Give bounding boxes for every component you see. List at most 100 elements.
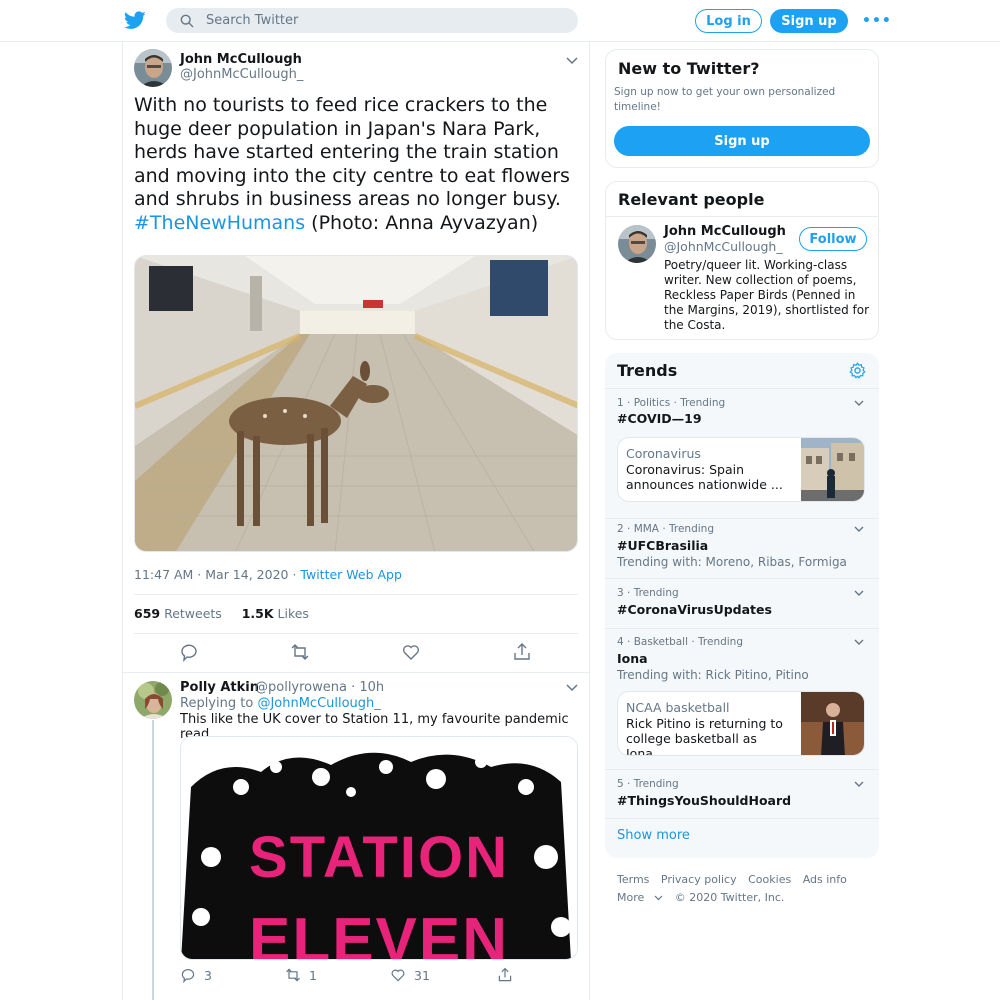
search-input[interactable] (206, 13, 546, 28)
reply-author-handle[interactable]: @pollyrowena · 10h (255, 680, 384, 695)
divider (134, 633, 578, 634)
retweet-count: 1 (309, 967, 317, 983)
divider (606, 216, 878, 217)
trend-meta: 1 · Politics · Trending (617, 397, 726, 409)
chevron-down-icon[interactable] (854, 590, 864, 597)
cover-title-line-1: STATION (249, 825, 509, 890)
divider (123, 672, 589, 673)
reply-photo[interactable]: STATION ELEVEN (180, 736, 578, 960)
signup-button[interactable]: Sign up (770, 9, 848, 33)
author-handle[interactable]: @JohnMcCullough_ (180, 67, 303, 82)
chevron-down-icon[interactable] (854, 639, 864, 646)
like-button[interactable]: 31 (390, 966, 430, 984)
retweet-icon (286, 968, 300, 982)
tweet-photo-credit: (Photo: Anna Ayvazyan) (311, 211, 539, 234)
trend-news-card[interactable]: Coronavirus Coronavirus: Spain announces… (617, 437, 865, 502)
news-headline: Coronavirus: Spain announces nationwide … (626, 462, 783, 492)
divider (605, 388, 879, 389)
share-button[interactable] (497, 966, 521, 984)
trend-meta: 2 · MMA · Trending (617, 523, 714, 535)
chevron-down-icon[interactable] (854, 526, 864, 533)
like-count: 31 (414, 967, 430, 983)
trend-name[interactable]: #CoronaVirusUpdates (617, 602, 772, 617)
trend-name[interactable]: #ThingsYouShouldHoard (617, 793, 791, 808)
news-category: NCAA basketball (626, 700, 730, 715)
heart-icon (391, 969, 405, 982)
chevron-down-icon (654, 895, 663, 901)
chevron-down-icon[interactable] (566, 684, 578, 692)
search-bar (166, 8, 578, 33)
divider (605, 818, 879, 819)
divider (605, 578, 879, 579)
footer-link-ads-info[interactable]: Ads info (803, 873, 847, 886)
trend-meta: 4 · Basketball · Trending (617, 636, 744, 648)
station-eleven-cover-image: STATION ELEVEN (181, 737, 577, 959)
trend-name[interactable]: #COVID—19 (617, 411, 702, 426)
news-headline: Rick Pitino is returning to college bask… (626, 716, 783, 756)
login-button[interactable]: Log in (695, 9, 762, 33)
divider (605, 769, 879, 770)
divider (605, 518, 879, 519)
trend-news-card[interactable]: NCAA basketball Rick Pitino is returning… (617, 691, 865, 756)
share-icon (498, 967, 512, 982)
chevron-down-icon[interactable] (854, 781, 864, 788)
gear-icon[interactable] (849, 362, 866, 379)
reply-button[interactable]: 3 (180, 966, 212, 984)
retweet-icon[interactable] (290, 642, 310, 662)
footer-link-terms[interactable]: Terms (617, 873, 649, 886)
tweet-body: With no tourists to feed rice crackers t… (134, 94, 570, 211)
trends-title: Trends (617, 361, 678, 380)
trend-name[interactable]: Iona (617, 651, 648, 666)
avatar[interactable] (618, 225, 656, 263)
retweets-label: Retweets (164, 606, 222, 621)
retweet-button[interactable]: 1 (285, 966, 317, 984)
twitter-bird-icon[interactable] (124, 9, 146, 31)
follow-button[interactable]: Follow (799, 227, 867, 251)
chevron-down-icon[interactable] (566, 57, 578, 65)
footer-link-privacy[interactable]: Privacy policy (661, 873, 737, 886)
reply-avatar-image (134, 681, 172, 719)
news-thumbnail-image (801, 692, 864, 755)
relevant-person-handle[interactable]: @JohnMcCullough_ (664, 239, 783, 254)
chevron-down-icon[interactable] (854, 400, 864, 407)
reply-author-name[interactable]: Polly Atkin (180, 680, 259, 695)
relevant-avatar-image (618, 225, 656, 263)
footer-more-menu[interactable]: More (617, 891, 663, 904)
tweet-photo[interactable] (134, 255, 578, 552)
trend-name[interactable]: #UFCBrasilia (617, 538, 708, 553)
avatar[interactable] (134, 681, 172, 719)
mention-link[interactable]: @JohnMcCullough_ (257, 696, 380, 711)
relevant-people-card: Relevant people John McCullough @JohnMcC… (605, 181, 879, 340)
trend-meta: 3 · Trending (617, 587, 679, 599)
relevant-person-name[interactable]: John McCullough (664, 224, 786, 239)
source-app-link[interactable]: Twitter Web App (300, 567, 402, 582)
footer: Terms Privacy policy Cookies Ads info Mo… (617, 871, 877, 907)
reply-count: 3 (204, 967, 212, 983)
new-to-twitter-card: New to Twitter? Sign up now to get your … (605, 49, 879, 168)
main-column: John McCullough @JohnMcCullough_ With no… (122, 42, 590, 1000)
show-more-link[interactable]: Show more (617, 828, 690, 843)
likes-stat[interactable]: 1.5K Likes (242, 606, 309, 621)
heart-icon[interactable] (401, 642, 421, 662)
tweet-timestamp[interactable]: 11:47 AM · Mar 14, 2020 (134, 567, 288, 582)
avatar[interactable] (134, 49, 172, 87)
trend-meta: 5 · Trending (617, 778, 679, 790)
author-name[interactable]: John McCullough (180, 52, 302, 67)
hashtag-link[interactable]: #TheNewHumans (134, 212, 305, 234)
reply-icon[interactable] (179, 642, 199, 662)
share-icon[interactable] (512, 642, 532, 662)
more-options-icon[interactable]: ••• (862, 13, 891, 29)
reply-icon (181, 969, 195, 983)
tweet-text: With no tourists to feed rice crackers t… (134, 94, 584, 236)
retweets-stat[interactable]: 659 Retweets (134, 606, 222, 621)
footer-link-cookies[interactable]: Cookies (748, 873, 791, 886)
deer-in-station-photo (135, 256, 577, 551)
relevant-person-bio: Poetry/queer lit. Working-class writer. … (664, 258, 870, 332)
tweet-actions (134, 642, 578, 664)
likes-count: 1.5K (241, 606, 274, 621)
retweets-count: 659 (134, 606, 161, 621)
tweet-stats: 659 Retweets 1.5K Likes (134, 606, 309, 621)
sidebar-signup-button[interactable]: Sign up (614, 126, 870, 156)
meta-separator: · (288, 567, 301, 582)
trend-related: Trending with: Moreno, Ribas, Formiga (617, 555, 847, 569)
